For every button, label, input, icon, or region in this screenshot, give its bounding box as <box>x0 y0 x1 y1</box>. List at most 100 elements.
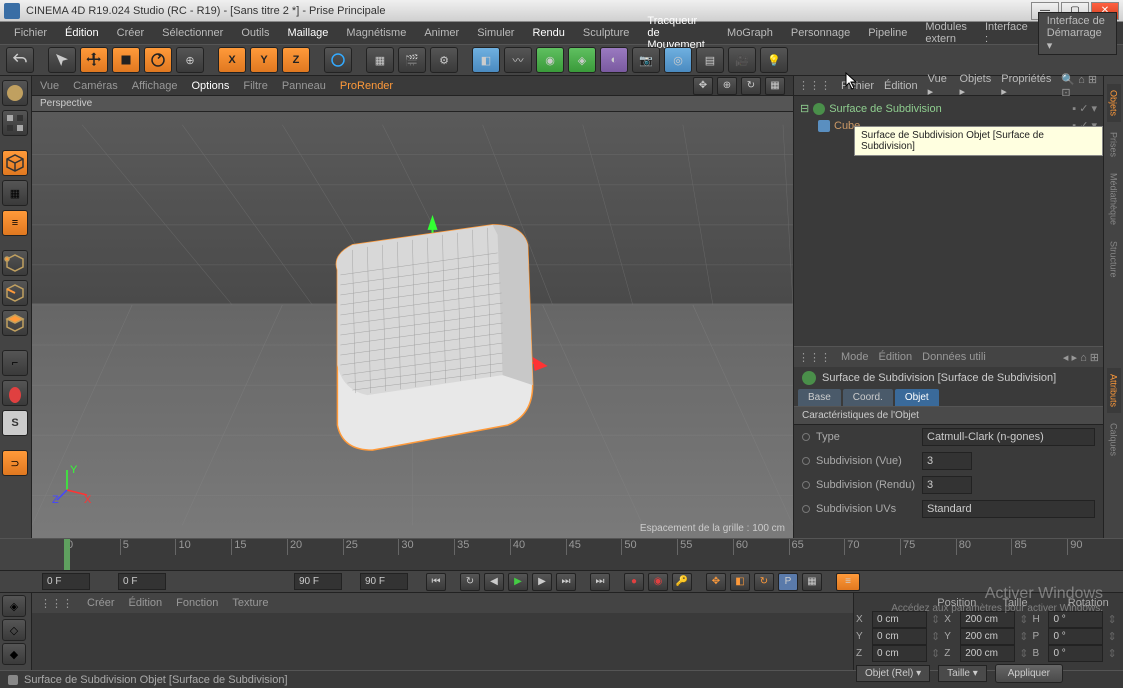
menu-fichier[interactable]: Fichier <box>6 24 55 42</box>
play-button[interactable]: ▶ <box>508 573 528 591</box>
attr-subuvs-value[interactable]: Standard <box>922 500 1095 518</box>
tree-label-1[interactable]: Surface de Subdivision <box>829 103 942 115</box>
menu-selectionner[interactable]: Sélectionner <box>154 24 231 42</box>
mat-texture[interactable]: Texture <box>232 597 268 609</box>
frame-end[interactable]: 90 F <box>294 573 342 590</box>
light-button[interactable]: ◎ <box>664 47 692 73</box>
axis-button[interactable]: ⌐ <box>2 350 28 376</box>
material-area[interactable] <box>32 613 853 670</box>
attr-donnees[interactable]: Données utili <box>922 351 986 363</box>
rtab-struct[interactable]: Structure <box>1107 235 1121 284</box>
object-tree[interactable]: ⊟ Surface de Subdivision ▪ ✓ ▾ Cube ▪ ✓ … <box>794 96 1103 346</box>
primitive-button[interactable]: ◧ <box>472 47 500 73</box>
coord-system-button[interactable] <box>324 47 352 73</box>
menu-mograph[interactable]: MoGraph <box>719 24 781 42</box>
tree-item-subdivision[interactable]: ⊟ Surface de Subdivision ▪ ✓ ▾ <box>798 100 1099 117</box>
mat-icon-3[interactable]: ◆ <box>2 643 26 665</box>
rtab-calques[interactable]: Calques <box>1107 417 1121 462</box>
om-fichier[interactable]: Fichier <box>841 80 874 92</box>
expand-icon[interactable]: ⊟ <box>800 102 809 115</box>
rtab-prises[interactable]: Prises <box>1107 126 1121 163</box>
menu-outils[interactable]: Outils <box>233 24 277 42</box>
loop-button[interactable]: ↻ <box>460 573 480 591</box>
vp-vue[interactable]: Vue <box>40 80 59 92</box>
mat-edition[interactable]: Édition <box>129 597 163 609</box>
key-pla-button[interactable]: ▦ <box>802 573 822 591</box>
mat-icon-1[interactable]: ◈ <box>2 595 26 617</box>
autokey-button[interactable]: ◉ <box>648 573 668 591</box>
om-props[interactable]: Propriétés ▸ <box>1001 73 1051 98</box>
timeline-view-button[interactable]: ≡ <box>836 573 860 591</box>
menu-sculpture[interactable]: Sculpture <box>575 24 637 42</box>
environment-button[interactable]: ◐ <box>600 47 628 73</box>
record-button[interactable]: ● <box>624 573 644 591</box>
playhead[interactable] <box>64 539 70 570</box>
size-y[interactable]: 200 cm <box>960 628 1015 645</box>
om-vue[interactable]: Vue ▸ <box>928 73 950 98</box>
edge-mode-button[interactable] <box>2 280 28 306</box>
vp-nav-icon[interactable]: ✥ <box>693 77 713 95</box>
cube-mode-button[interactable] <box>2 150 28 176</box>
rot-b[interactable]: 0 ° <box>1048 645 1103 662</box>
rotate-tool[interactable] <box>144 47 172 73</box>
rot-p[interactable]: 0 ° <box>1048 628 1103 645</box>
layers-button[interactable]: ≡ <box>2 210 28 236</box>
frame-start[interactable]: 0 F <box>42 573 90 590</box>
camera-icon-button[interactable]: 🎥 <box>728 47 756 73</box>
point-mode-button[interactable] <box>2 250 28 276</box>
mouse-button[interactable] <box>2 380 28 406</box>
floor-button[interactable]: ▤ <box>696 47 724 73</box>
vp-layout-icon[interactable]: ▦ <box>765 77 785 95</box>
tab-objet[interactable]: Objet <box>895 389 939 406</box>
prev-frame-button[interactable]: ◀ <box>484 573 504 591</box>
menu-maillage[interactable]: Maillage <box>279 24 336 42</box>
render-settings-button[interactable]: ⚙ <box>430 47 458 73</box>
key-s-button[interactable]: ◧ <box>730 573 750 591</box>
key-r-button[interactable]: ↻ <box>754 573 774 591</box>
menu-animer[interactable]: Animer <box>416 24 467 42</box>
attr-edition[interactable]: Édition <box>879 351 913 363</box>
undo-button[interactable] <box>6 47 34 73</box>
vp-rotate-icon[interactable]: ↻ <box>741 77 761 95</box>
scale-tool[interactable] <box>112 47 140 73</box>
rtab-objets[interactable]: Objets <box>1107 84 1121 122</box>
menu-edition[interactable]: Édition <box>57 24 107 42</box>
rtab-attrib[interactable]: Attributs <box>1107 368 1121 413</box>
coord-mode-select[interactable]: Objet (Rel) ▾ <box>856 665 930 682</box>
snap-s-button[interactable]: S <box>2 410 28 436</box>
goto-end-button[interactable]: ⏭ <box>556 573 576 591</box>
rtab-media[interactable]: Médiathèque <box>1107 167 1121 231</box>
attr-mode[interactable]: Mode <box>841 351 869 363</box>
mat-creer[interactable]: Créer <box>87 597 115 609</box>
vp-prorender[interactable]: ProRender <box>340 80 393 92</box>
next-key-button[interactable]: ⏭ <box>590 573 610 591</box>
tab-coord[interactable]: Coord. <box>843 389 893 406</box>
attr-subrendu-value[interactable]: 3 <box>922 476 972 494</box>
menu-rendu[interactable]: Rendu <box>524 24 572 42</box>
menu-magnetisme[interactable]: Magnétisme <box>338 24 414 42</box>
mat-icon-2[interactable]: ◇ <box>2 619 26 641</box>
vp-cameras[interactable]: Caméras <box>73 80 118 92</box>
checker-button[interactable]: ▦ <box>2 180 28 206</box>
3d-viewport[interactable]: Y X Z Espacement de la grille : 100 cm <box>32 112 793 538</box>
menu-personnage[interactable]: Personnage <box>783 24 858 42</box>
vp-zoom-icon[interactable]: ⊕ <box>717 77 737 95</box>
menu-pipeline[interactable]: Pipeline <box>860 24 915 42</box>
deformer-button[interactable]: ◈ <box>568 47 596 73</box>
menu-simuler[interactable]: Simuler <box>469 24 522 42</box>
x-axis-button[interactable]: X <box>218 47 246 73</box>
key-p-button[interactable]: ✥ <box>706 573 726 591</box>
goto-start-button[interactable]: ⏮ <box>426 573 446 591</box>
generator-button[interactable]: ◉ <box>536 47 564 73</box>
next-frame-button[interactable]: ▶ <box>532 573 552 591</box>
coord-size-select[interactable]: Taille ▾ <box>938 665 987 682</box>
apply-button[interactable]: Appliquer <box>995 664 1063 683</box>
camera-button[interactable]: 📷 <box>632 47 660 73</box>
render-view-button[interactable]: ▦ <box>366 47 394 73</box>
frame-total[interactable]: 90 F <box>360 573 408 590</box>
menu-creer[interactable]: Créer <box>109 24 153 42</box>
om-objets[interactable]: Objets ▸ <box>959 73 991 98</box>
vp-options[interactable]: Options <box>191 80 229 92</box>
timeline[interactable]: 0510 152025 303540 455055 606570 758085 … <box>0 538 1123 570</box>
magnet-button[interactable]: ⊃ <box>2 450 28 476</box>
